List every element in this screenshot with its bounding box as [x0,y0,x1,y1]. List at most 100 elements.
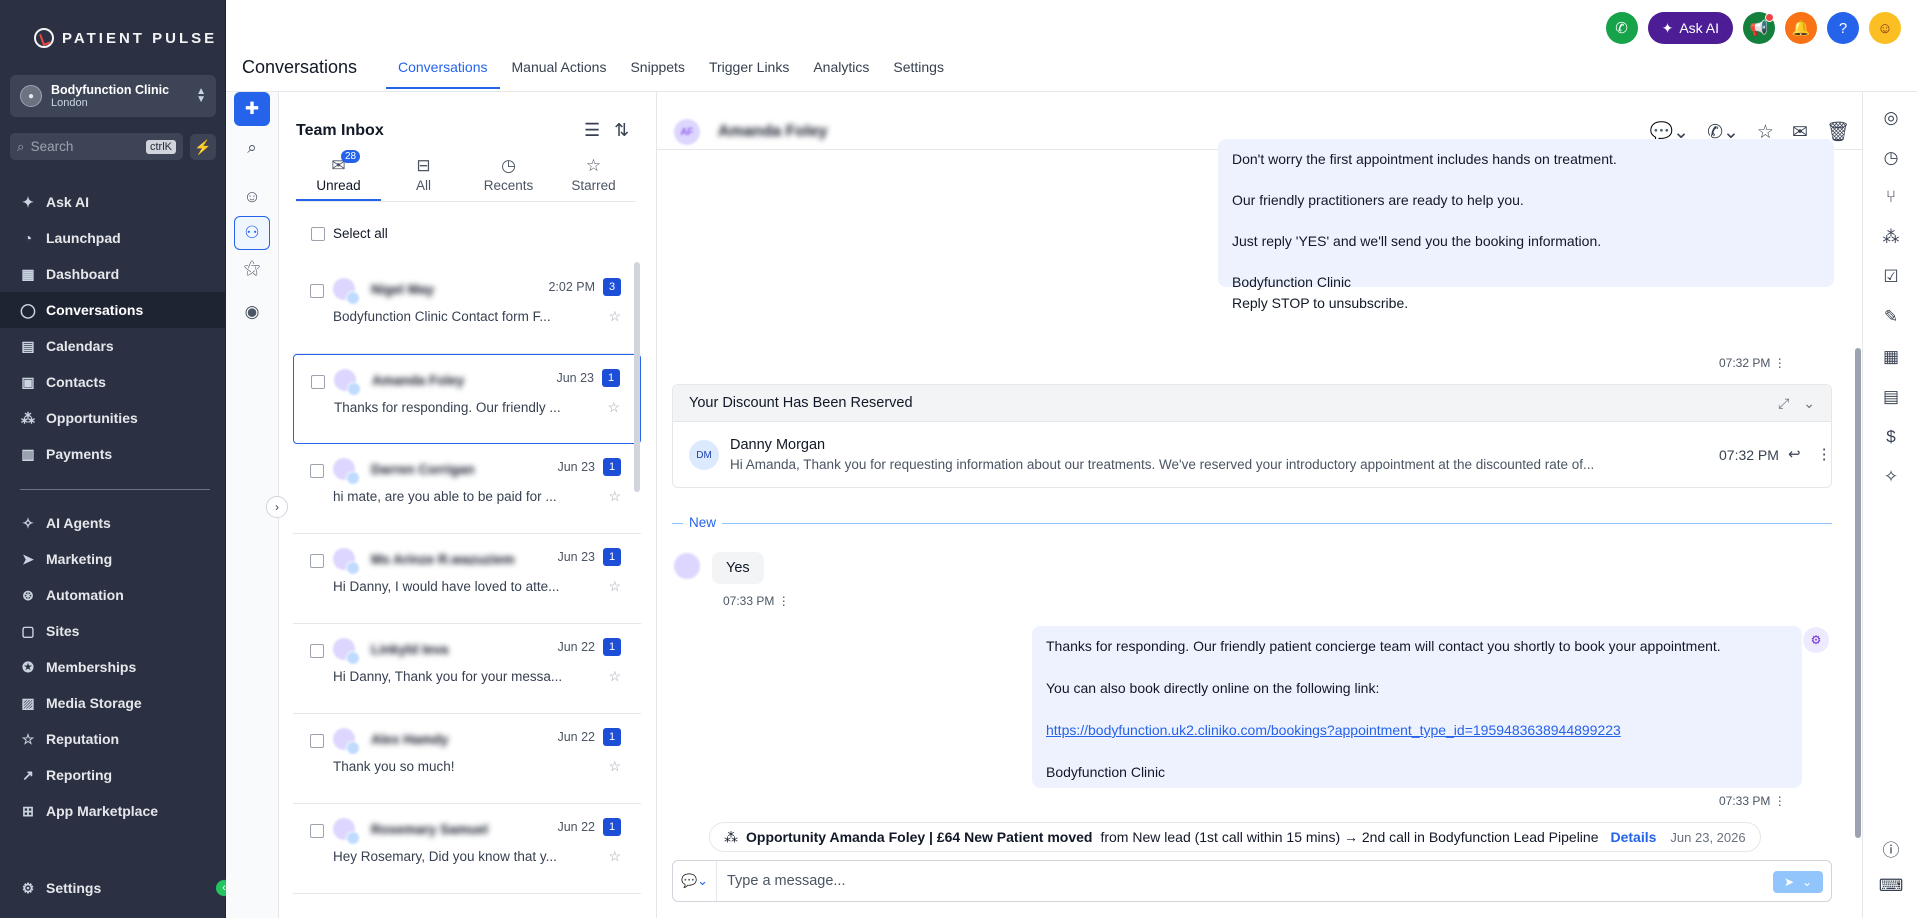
tab-analytics[interactable]: Analytics [801,57,881,89]
star-icon[interactable]: ☆ [608,488,621,505]
conversation-checkbox[interactable] [310,284,324,298]
send-button[interactable]: ➤ ⌄ [1773,871,1823,893]
conversation-list-scrollbar[interactable] [634,262,640,492]
inbox-tab-unread[interactable]: ✉ 28 Unread [296,150,381,201]
sort-icon[interactable]: ⇅ [614,120,629,141]
tab-snippets[interactable]: Snippets [618,57,696,89]
tab-conversations[interactable]: Conversations [386,57,500,89]
conversation-checkbox[interactable] [310,464,324,478]
sidebar-item-ai-agents[interactable]: ✧ AI Agents [0,505,226,541]
user-avatar[interactable]: ☺ [1869,12,1901,44]
sidebar-item-settings[interactable]: ⚙ Settings [0,870,226,906]
sidebar-item-contacts[interactable]: ▣ Contacts [0,364,226,400]
conversation-list-item[interactable]: Darren Corrigan Jun 23 1 hi mate, are you a… [293,444,641,534]
expand-icon[interactable]: ⤢ [1778,395,1789,412]
conversation-list-item[interactable]: Amanda Foley Jun 23 1 Thanks for responding… [293,354,641,444]
reply-icon[interactable]: ↩ [1788,445,1801,463]
internal-chat-button[interactable]: ◉ [234,295,270,329]
sidebar-item-opportunities[interactable]: ⁂ Opportunities [0,400,226,436]
keyboard-icon[interactable]: ⌨ [1879,874,1904,898]
opportunities-icon[interactable]: ⁂ [1879,225,1903,249]
account-switcher[interactable]: ● Bodyfunction Clinic London ▲ ▼ [10,75,216,117]
sidebar-item-memberships[interactable]: ✪ Memberships [0,649,226,685]
conversation-checkbox[interactable] [310,644,324,658]
chevron-down-icon[interactable]: ⌄ [1803,395,1815,412]
more-icon[interactable]: ⋮ [1817,445,1832,463]
tasks-icon[interactable]: ☑ [1879,265,1903,289]
ai-icon[interactable]: ✧ [1879,465,1903,489]
my-inbox-button[interactable]: ☺ [234,180,270,214]
contact-name[interactable]: Amanda Foley [718,123,827,141]
tab-trigger-links[interactable]: Trigger Links [697,57,801,89]
more-icon[interactable]: ⋮ [1774,794,1786,808]
conversation-checkbox[interactable] [310,554,324,568]
conversation-list-item[interactable]: Alex Hamdy Jun 22 1 Thank you so much! ☆ [293,714,641,804]
conversation-list-item[interactable]: Ms Arinze R.wazuziem Jun 23 1 Hi Danny, I w… [293,534,641,624]
conversation-checkbox[interactable] [310,824,324,838]
conversation-list-item[interactable]: Rosemary Samuel Jun 22 1 Hey Rosemary, Did … [293,804,641,894]
star-icon[interactable]: ☆ [608,578,621,595]
inbox-tab-all[interactable]: ⊟ All [381,156,466,201]
ask-ai-button[interactable]: ✦ Ask AI [1647,12,1733,44]
quick-actions-button[interactable]: ⚡ [190,134,216,160]
workflow-icon[interactable]: ⑂ [1879,185,1903,209]
select-all[interactable]: Select all [311,226,388,241]
booking-link[interactable]: https://bodyfunction.uk2.cliniko.com/boo… [1046,720,1788,741]
sidebar-search[interactable]: ⌕ Search ctrlK [10,133,183,160]
brand-logo[interactable]: PATIENT PULSE [34,28,217,48]
conversation-checkbox[interactable] [310,734,324,748]
history-icon[interactable]: ◷ [1879,146,1903,170]
sidebar-item-conversations[interactable]: ◯ Conversations [0,292,226,328]
message-input[interactable] [727,870,1727,892]
sidebar-item-marketing[interactable]: ➤ Marketing [0,541,226,577]
team-inbox-button[interactable]: ⚇ [234,216,270,250]
sidebar-item-reporting[interactable]: ↗ Reporting [0,757,226,793]
sidebar-item-reputation[interactable]: ☆ Reputation [0,721,226,757]
notifications-button[interactable]: 🔔 [1785,12,1817,44]
sidebar-item-sites[interactable]: ▢ Sites [0,613,226,649]
new-conversation-button[interactable]: ✚ [234,92,270,126]
sidebar-item-ask-ai[interactable]: ✦ Ask AI [0,184,226,220]
payments-icon[interactable]: $ [1879,425,1903,449]
conversation-list-item[interactable]: Nigel May 2:02 PM 3 Bodyfunction Clinic Con… [293,264,641,354]
help-button[interactable]: ? [1827,12,1859,44]
conversation-checkbox[interactable] [311,375,325,389]
more-icon[interactable]: ⋮ [778,594,790,608]
select-all-checkbox[interactable] [311,226,325,241]
inbox-tab-recents[interactable]: ◷ Recents [466,156,551,201]
more-icon[interactable]: ⋮ [1774,356,1786,370]
sidebar-item-media-storage[interactable]: ▨ Media Storage [0,685,226,721]
tab-manual-actions[interactable]: Manual Actions [500,57,619,89]
sidebar-item-automation[interactable]: ⊛ Automation [0,577,226,613]
star-icon[interactable]: ☆ [608,758,621,775]
sidebar-item-launchpad[interactable]: ◔ Launchpad [0,220,226,256]
scrollbar-thumb[interactable] [1855,348,1861,838]
sites-icon: ▢ [21,622,35,639]
contact-profile-icon[interactable]: ◎ [1879,106,1903,130]
sidebar-item-payments[interactable]: ▥ Payments [0,436,226,472]
channels-button[interactable]: ⚝ [234,251,270,285]
expand-rail-button[interactable]: › [266,496,288,518]
inbox-tab-starred[interactable]: ☆ Starred [551,156,636,201]
tab-settings[interactable]: Settings [881,57,956,89]
email-thread-card[interactable]: Your Discount Has Been Reserved ⤢ ⌄ DM D… [672,384,1832,488]
sidebar-item-dashboard[interactable]: ▦ Dashboard [0,256,226,292]
info-icon[interactable]: ⓘ [1879,836,1903,860]
calendar-icon[interactable]: ▦ [1879,345,1903,369]
star-icon[interactable]: ☆ [607,399,620,416]
conversation-scrollbar[interactable] [1855,148,1861,848]
star-icon[interactable]: ☆ [608,848,621,865]
phone-button[interactable]: ✆ [1605,12,1638,44]
sidebar-item-app-marketplace[interactable]: ⊞ App Marketplace [0,793,226,829]
announcements-button[interactable]: 📢 [1743,12,1775,44]
conversation-list-item[interactable]: Linkyld Ieva Jun 22 1 Hi Danny, Thank you f… [293,624,641,714]
rail-search-button[interactable]: ⌕ [234,131,270,165]
channel-selector[interactable]: 💬⌄ [673,861,717,901]
sidebar-item-calendars[interactable]: ▤ Calendars [0,328,226,364]
documents-icon[interactable]: ▤ [1879,385,1903,409]
star-icon[interactable]: ☆ [608,308,621,325]
filter-icon[interactable]: ☰ [584,120,600,141]
activity-details-link[interactable]: Details [1611,829,1657,845]
star-icon[interactable]: ☆ [608,668,621,685]
notes-icon[interactable]: ✎ [1879,305,1903,329]
